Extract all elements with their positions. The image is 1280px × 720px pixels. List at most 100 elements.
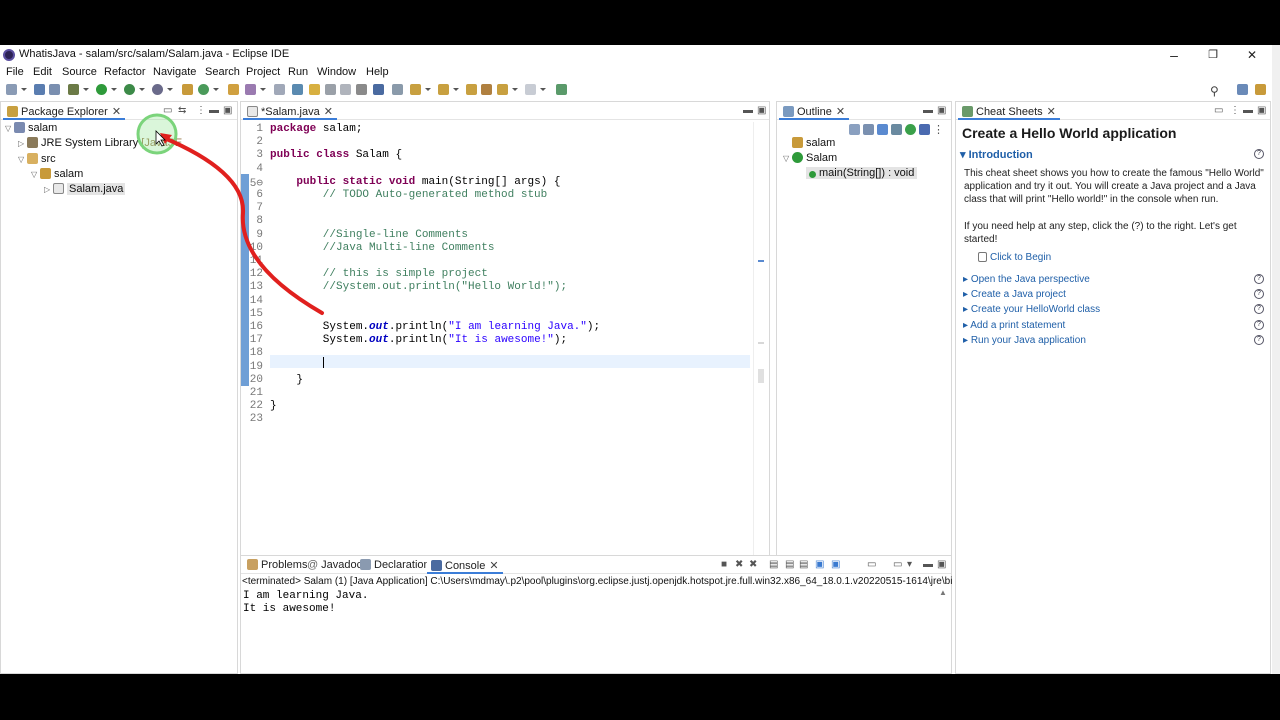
- collapse-icon[interactable]: ▭: [1214, 105, 1223, 116]
- tree-item-src[interactable]: ▽ src: [18, 153, 56, 165]
- chevron-down-icon[interactable]: [540, 88, 546, 91]
- step-create-java-project[interactable]: ▸ Create a Java project: [963, 289, 1066, 300]
- help-icon[interactable]: ?: [1254, 320, 1264, 330]
- menu-help[interactable]: Help: [366, 66, 389, 78]
- minimize-view-icon[interactable]: ▬: [923, 559, 933, 570]
- menu-edit[interactable]: Edit: [33, 66, 52, 78]
- chevron-down-icon[interactable]: ▽: [5, 124, 14, 133]
- whitespace-icon[interactable]: [356, 84, 367, 95]
- last-edit-icon[interactable]: [466, 84, 477, 95]
- close-icon[interactable]: ✕: [112, 106, 121, 118]
- java-perspective-icon[interactable]: [1255, 84, 1266, 95]
- menu-source[interactable]: Source: [62, 66, 97, 78]
- external-tools-icon[interactable]: [152, 84, 163, 95]
- menu-window[interactable]: Window: [317, 66, 356, 78]
- tree-item-package[interactable]: ▽ salam: [31, 168, 83, 180]
- help-icon[interactable]: ?: [1254, 304, 1264, 314]
- back-icon[interactable]: [481, 84, 492, 95]
- code-line[interactable]: System.out.println("I am learning Java."…: [270, 321, 600, 333]
- tab-problems[interactable]: Problems: [243, 556, 311, 574]
- help-icon[interactable]: ?: [1254, 289, 1264, 299]
- help-icon[interactable]: ?: [1254, 335, 1264, 345]
- new-java-project-icon[interactable]: [182, 84, 193, 95]
- chevron-down-icon[interactable]: [21, 88, 27, 91]
- window-scrollbar[interactable]: [1272, 45, 1280, 674]
- help-icon[interactable]: ?: [1254, 274, 1264, 284]
- step-open-java-perspective[interactable]: ▸ Open the Java perspective: [963, 274, 1090, 285]
- block-select-icon[interactable]: [325, 84, 336, 95]
- previous-annotation-icon[interactable]: [438, 84, 449, 95]
- click-to-begin-link[interactable]: Click to Begin: [978, 252, 1051, 263]
- maximize-view-icon[interactable]: ▣: [1257, 105, 1266, 116]
- code-line[interactable]: // this is simple project: [270, 268, 488, 280]
- chevron-down-icon[interactable]: [260, 88, 266, 91]
- search-icon[interactable]: ⚲: [1210, 84, 1219, 98]
- coverage-icon[interactable]: [124, 84, 135, 95]
- code-line[interactable]: [270, 308, 323, 320]
- new-icon[interactable]: [6, 84, 17, 95]
- maximize-view-icon[interactable]: ▣: [223, 105, 232, 116]
- view-menu-icon[interactable]: ⋮: [933, 124, 944, 136]
- step-add-print-statement[interactable]: ▸ Add a print statement: [963, 320, 1065, 331]
- chevron-down-icon[interactable]: ▽: [31, 170, 40, 179]
- open-type-icon[interactable]: [228, 84, 239, 95]
- save-all-icon[interactable]: [49, 84, 60, 95]
- clear-console-icon[interactable]: ▤: [769, 559, 778, 570]
- scroll-lock-icon[interactable]: ▤: [785, 559, 794, 570]
- minimize-view-icon[interactable]: ▬: [923, 105, 933, 116]
- chevron-down-icon[interactable]: [453, 88, 459, 91]
- code-line[interactable]: public class Salam {: [270, 149, 402, 161]
- step-create-helloworld-class[interactable]: ▸ Create your HelloWorld class: [963, 304, 1100, 315]
- maximize-view-icon[interactable]: ▣: [937, 105, 946, 116]
- collapse-all-icon[interactable]: ▭: [163, 105, 172, 116]
- link-editor-icon[interactable]: [919, 124, 930, 135]
- skip-breakpoints-icon[interactable]: [392, 84, 403, 95]
- tree-item-salam-java[interactable]: ▷ Salam.java: [44, 183, 126, 195]
- back-history-icon[interactable]: [497, 84, 508, 95]
- tree-item-jre[interactable]: ▷ JRE System Library [JavaSE: [18, 137, 182, 149]
- menu-navigate[interactable]: Navigate: [153, 66, 196, 78]
- code-line[interactable]: }: [270, 400, 277, 412]
- code-line[interactable]: package salam;: [270, 123, 362, 135]
- code-area[interactable]: 1 package salam; 2 3 public class Salam {4 5⊖…: [241, 122, 751, 522]
- word-wrap-icon[interactable]: [340, 84, 351, 95]
- minimize-view-icon[interactable]: ▬: [743, 105, 753, 116]
- tab-cheat-sheets[interactable]: Cheat Sheets ✕: [958, 102, 1060, 120]
- tab-outline[interactable]: Outline ✕: [779, 102, 850, 120]
- link-editor-icon[interactable]: ⇆: [178, 105, 186, 116]
- chevron-down-icon[interactable]: [167, 88, 173, 91]
- chevron-right-icon[interactable]: ▷: [18, 139, 27, 148]
- cheat-sheet-section[interactable]: ▾ Introduction: [960, 148, 1033, 161]
- chevron-down-icon[interactable]: [83, 88, 89, 91]
- new-class-icon[interactable]: [198, 84, 209, 95]
- tab-salam-java[interactable]: *Salam.java ✕: [243, 102, 337, 120]
- maximize-button[interactable]: ❐: [1193, 45, 1233, 65]
- tree-item-project[interactable]: ▽ salam: [5, 122, 57, 134]
- chevron-down-icon[interactable]: [111, 88, 117, 91]
- close-button[interactable]: ✕: [1232, 45, 1272, 65]
- code-line[interactable]: //System.out.println("Hello World!");: [270, 281, 567, 293]
- step-run-java-application[interactable]: ▸ Run your Java application: [963, 335, 1086, 346]
- open-perspective-icon[interactable]: [1237, 84, 1248, 95]
- show-stderr-icon[interactable]: ▣: [831, 559, 840, 570]
- chevron-down-icon[interactable]: ▽: [783, 154, 792, 163]
- tab-declaration[interactable]: Declaration: [356, 556, 434, 574]
- hide-nonpublic-icon[interactable]: [891, 124, 902, 135]
- menu-file[interactable]: File: [6, 66, 24, 78]
- code-line[interactable]: // TODO Auto-generated method stub: [270, 189, 547, 201]
- save-icon[interactable]: [34, 84, 45, 95]
- close-icon[interactable]: ✕: [836, 106, 845, 118]
- view-menu-icon[interactable]: ⋮: [1230, 105, 1240, 116]
- search-tool-icon[interactable]: [245, 84, 256, 95]
- forward-icon[interactable]: [525, 84, 536, 95]
- minimize-view-icon[interactable]: ▬: [209, 105, 219, 116]
- run-icon[interactable]: [96, 84, 107, 95]
- hide-local-icon[interactable]: [905, 124, 916, 135]
- tab-console[interactable]: Console ✕: [427, 556, 503, 574]
- chevron-down-icon[interactable]: [139, 88, 145, 91]
- outline-item-class[interactable]: ▽ Salam: [783, 152, 837, 164]
- chevron-down-icon[interactable]: [213, 88, 219, 91]
- debug-icon[interactable]: [68, 84, 79, 95]
- annotation-icon[interactable]: [292, 84, 303, 95]
- next-annotation-icon[interactable]: [410, 84, 421, 95]
